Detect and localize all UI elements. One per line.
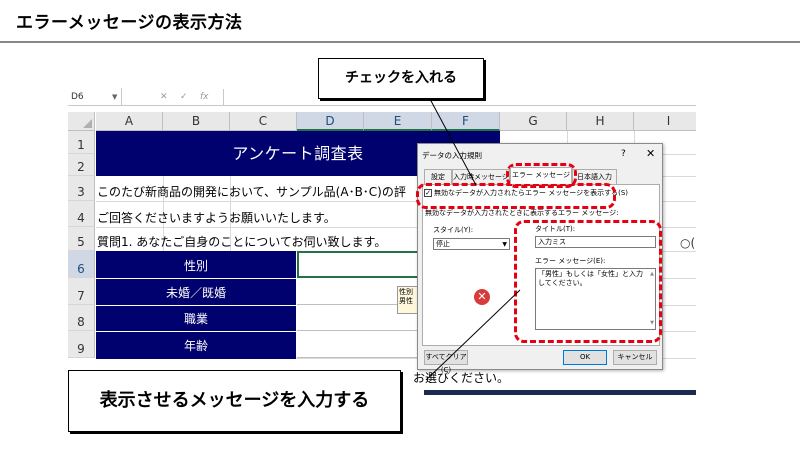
- column-header-e[interactable]: E: [364, 112, 432, 131]
- cell-text-partial: ○(: [680, 236, 696, 250]
- tab-settings[interactable]: 設定: [424, 169, 452, 184]
- select-all-corner[interactable]: [68, 112, 95, 131]
- clear-all-button[interactable]: すべてクリア(C): [424, 350, 468, 374]
- column-header-f[interactable]: F: [432, 112, 500, 131]
- style-label: スタイル(Y):: [433, 226, 474, 234]
- callout-check: チェックを入れる: [318, 58, 484, 99]
- row-header-1[interactable]: 1: [68, 131, 95, 154]
- row-header-4[interactable]: 4: [68, 201, 95, 227]
- question-heading: 質問1. あなたご自身のことについてお伺い致します。: [97, 235, 387, 249]
- ok-button[interactable]: OK: [563, 350, 607, 365]
- cancel-button[interactable]: キャンセル: [613, 350, 657, 365]
- intro-text-line: このたび新商品の開発において、サンプル品(A･B･C)の評: [97, 185, 406, 199]
- callout-enter-message: 表示させるメッセージを入力する: [68, 370, 401, 432]
- cancel-icon[interactable]: ✕: [160, 88, 168, 106]
- choose-text: お選びください。: [413, 371, 510, 385]
- tab-japanese-input[interactable]: 日本語入力: [572, 169, 617, 184]
- page-title: エラーメッセージの表示方法: [16, 13, 243, 33]
- column-header-i[interactable]: I: [634, 112, 696, 131]
- column-header-h[interactable]: H: [567, 112, 634, 131]
- row-header-5[interactable]: 5: [68, 227, 95, 251]
- row-header-3[interactable]: 3: [68, 176, 95, 201]
- chevron-down-icon: ▼: [502, 241, 507, 248]
- style-select[interactable]: 停止 ▼: [433, 238, 510, 250]
- question-label: 職業: [183, 312, 208, 326]
- row-header-6[interactable]: 6: [68, 251, 95, 278]
- function-icon[interactable]: fx: [200, 88, 209, 106]
- close-icon[interactable]: ✕: [646, 147, 655, 160]
- column-header-b[interactable]: B: [163, 112, 230, 131]
- row-header-9[interactable]: 9: [68, 331, 95, 358]
- chevron-down-icon[interactable]: ▼: [112, 88, 117, 106]
- input-tooltip: 性別 男性: [397, 286, 419, 314]
- help-icon[interactable]: ?: [621, 149, 626, 159]
- request-text-line: ご回答くださいますようお願いいたします。: [97, 211, 336, 225]
- column-header-a[interactable]: A: [96, 112, 163, 131]
- section-label: 無効なデータが入力されたときに表示するエラー メッセージ:: [425, 209, 619, 217]
- question-label: 年齢: [183, 339, 208, 353]
- highlight-checkbox: [416, 183, 616, 209]
- column-header-c[interactable]: C: [230, 112, 297, 131]
- row-header-2[interactable]: 2: [68, 154, 95, 176]
- highlight-title-message: [514, 220, 662, 343]
- style-select-value: 停止: [436, 240, 450, 248]
- title-rule: [0, 41, 800, 43]
- column-header-g[interactable]: G: [500, 112, 567, 131]
- column-header-d[interactable]: D: [297, 112, 364, 131]
- tab-error-message[interactable]: エラー メッセージ: [510, 167, 572, 184]
- question-label: 性別: [183, 259, 208, 273]
- row-header-7[interactable]: 7: [68, 278, 95, 305]
- row-header-8[interactable]: 8: [68, 305, 95, 331]
- dialog-title: データの入力規則: [422, 151, 482, 160]
- question-label: 未婚／既婚: [165, 286, 226, 300]
- tab-input-message[interactable]: 入力時メッセージ: [452, 169, 510, 184]
- stop-error-icon: ✕: [474, 289, 490, 305]
- enter-icon[interactable]: ✓: [180, 88, 188, 106]
